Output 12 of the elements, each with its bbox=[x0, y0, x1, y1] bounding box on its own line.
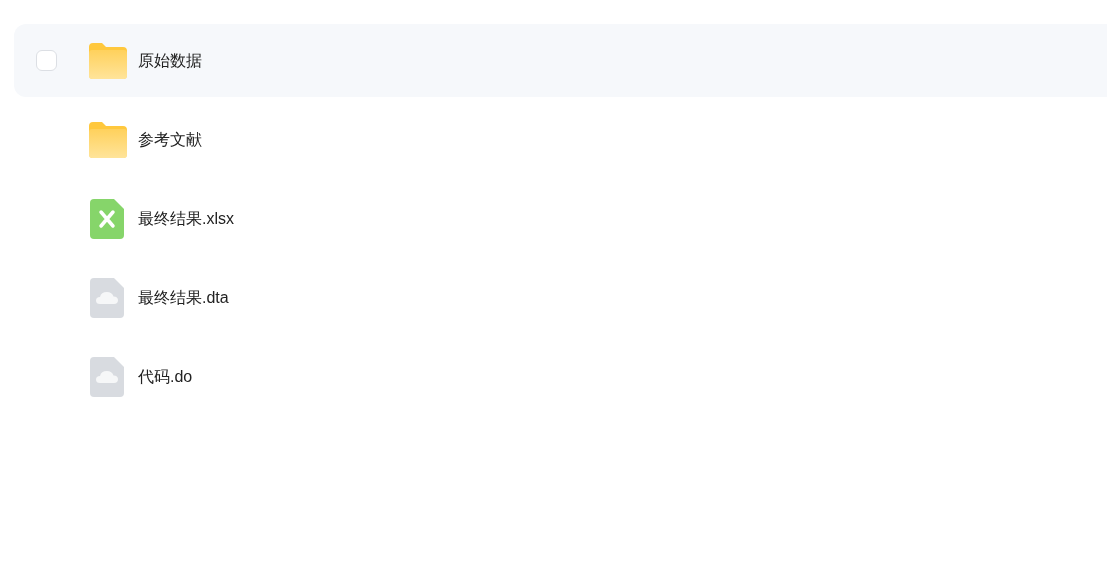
cloud-file-icon bbox=[90, 277, 124, 318]
file-name: 最终结果.dta bbox=[138, 287, 229, 308]
checkbox[interactable] bbox=[35, 50, 57, 71]
file-name: 代码.do bbox=[138, 366, 193, 387]
file-row[interactable]: 原始数据 bbox=[14, 24, 1107, 97]
folder-icon bbox=[87, 42, 127, 79]
folder-icon bbox=[87, 121, 127, 158]
cloud-file-icon bbox=[90, 356, 124, 397]
file-name: 最终结果.xlsx bbox=[138, 208, 234, 229]
file-name: 参考文献 bbox=[138, 129, 202, 150]
spreadsheet-icon bbox=[90, 198, 124, 239]
file-name: 原始数据 bbox=[138, 50, 202, 71]
